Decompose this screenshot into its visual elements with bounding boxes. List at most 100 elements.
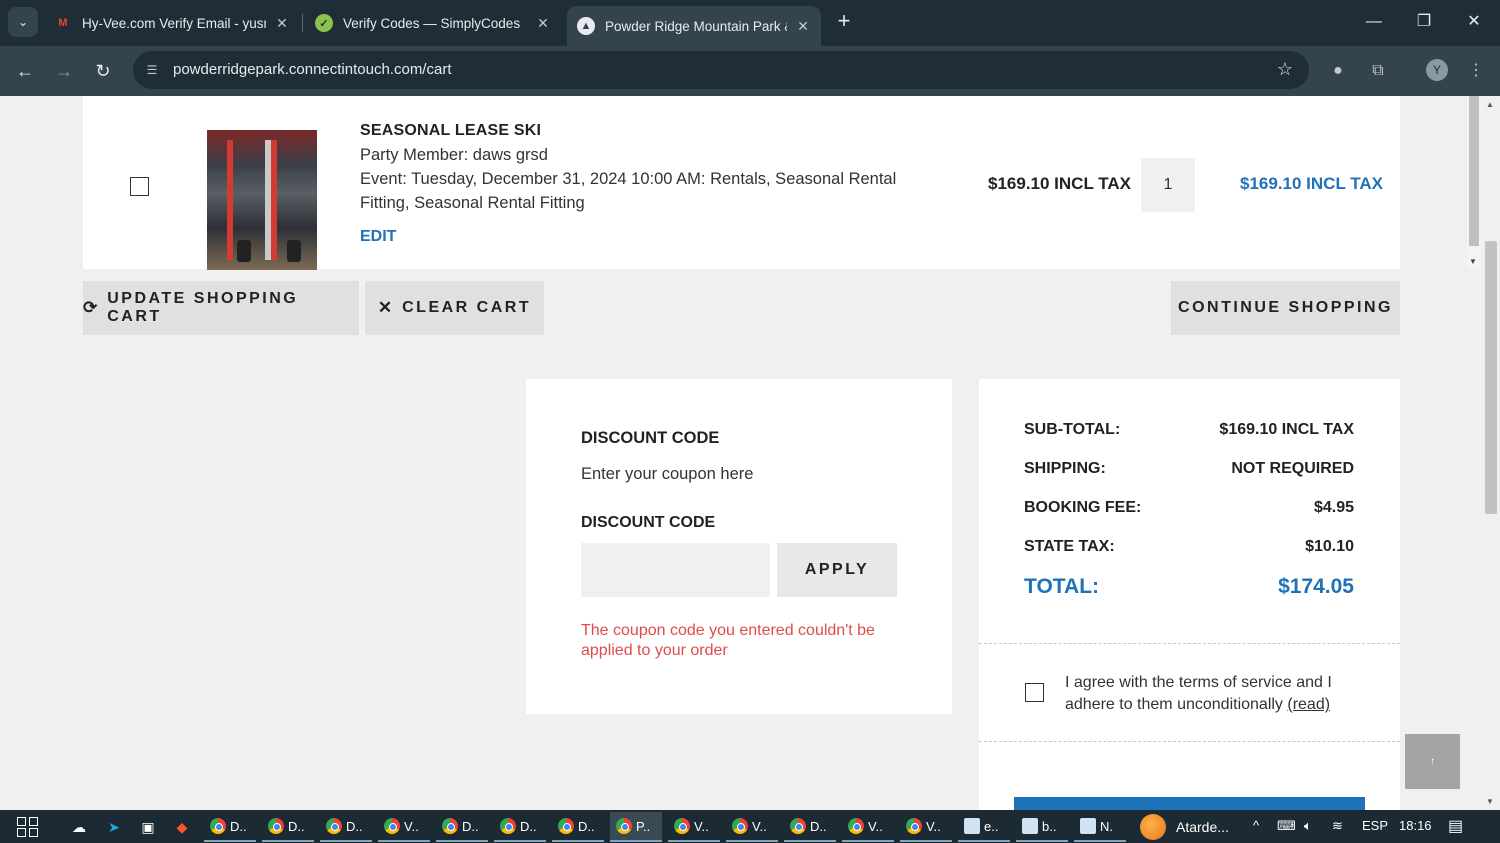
taskbar-chrome-window[interactable]: D.. <box>204 812 256 842</box>
url-text[interactable]: powderridgepark.connectintouch.com/cart <box>173 61 451 78</box>
checkout-button[interactable] <box>1014 797 1365 810</box>
ski-shape <box>271 140 277 260</box>
extensions-puzzle-icon[interactable]: ⧉ <box>1366 59 1390 83</box>
powder-ridge-icon: ▲ <box>577 17 595 35</box>
tab-search-icon[interactable]: ⌄ <box>8 7 38 37</box>
chrome-icon <box>906 818 922 834</box>
back-icon[interactable]: ← <box>11 57 39 85</box>
minimize-icon[interactable]: — <box>1362 10 1386 34</box>
scrollbar-thumb[interactable] <box>1469 96 1479 246</box>
wifi-icon[interactable]: ≋ <box>1332 818 1343 834</box>
edit-link[interactable]: EDIT <box>360 228 396 246</box>
taskbar-chrome-window[interactable]: D.. <box>494 812 546 842</box>
coupon-error-message: The coupon code you entered couldn't be … <box>581 622 875 659</box>
clock[interactable]: 18:16 <box>1399 818 1432 833</box>
chrome-icon <box>268 818 284 834</box>
reload-icon[interactable]: ↻ <box>89 57 117 85</box>
taskbar-chrome-window[interactable]: V.. <box>726 812 778 842</box>
more-menu-icon[interactable]: ⋮ <box>1464 59 1488 83</box>
tab-powder-ridge[interactable]: ▲ Powder Ridge Mountain Park & ✕ <box>567 6 821 46</box>
close-tab-icon[interactable]: ✕ <box>535 15 551 32</box>
chrome-icon <box>616 818 632 834</box>
tab-simplycodes[interactable]: ✓ Verify Codes — SimplyCodes ✕ <box>305 6 561 40</box>
update-cart-button[interactable]: ⟳ UPDATE SHOPPING CART <box>83 281 359 335</box>
start-icon[interactable] <box>17 817 39 837</box>
taskbar-chrome-window[interactable]: D.. <box>436 812 488 842</box>
item-title: SEASONAL LEASE SKI <box>360 122 542 139</box>
close-icon: ✕ <box>377 298 393 317</box>
quantity-input[interactable]: 1 <box>1141 158 1195 212</box>
site-info-icon[interactable]: ☰ <box>143 61 161 79</box>
chrome-icon <box>558 818 574 834</box>
cart-page: SEASONAL LEASE SKI Party Member: daws gr… <box>0 96 1500 810</box>
tab-hyvee[interactable]: M Hy-Vee.com Verify Email - yusm ✕ <box>44 6 300 40</box>
gmail-icon: M <box>58 17 68 29</box>
scroll-down-arrow-icon[interactable]: ▼ <box>1486 797 1494 806</box>
continue-shopping-button[interactable]: CONTINUE SHOPPING <box>1171 281 1400 335</box>
item-price: $169.10 INCL TAX <box>988 174 1131 193</box>
discount-code-input[interactable] <box>581 543 770 597</box>
photos-icon[interactable]: ▣ <box>137 816 159 838</box>
scroll-up-arrow-icon[interactable]: ▲ <box>1486 100 1494 109</box>
bookmark-star-icon[interactable]: ☆ <box>1277 59 1293 80</box>
taskbar-notepad-window[interactable]: N. <box>1074 812 1126 842</box>
page-scrollbar-thumb[interactable] <box>1485 241 1497 514</box>
close-tab-icon[interactable]: ✕ <box>795 18 811 35</box>
boot-shape <box>287 240 301 262</box>
windows-taskbar: ☁ ➤ ▣ ◆ D.. D.. D.. V.. D.. D.. D.. P.. … <box>0 810 1500 843</box>
cart-item-row: SEASONAL LEASE SKI Party Member: daws gr… <box>83 96 1481 270</box>
order-summary: SUB-TOTAL: $169.10 INCL TAX SHIPPING: NO… <box>979 379 1400 810</box>
tab-strip: ⌄ M Hy-Vee.com Verify Email - yusm ✕ ✓ V… <box>0 0 1500 46</box>
chrome-icon <box>848 818 864 834</box>
weather-widget[interactable]: Atarde... <box>1140 814 1229 840</box>
ime-icon[interactable]: ⌨ <box>1277 818 1296 834</box>
chrome-icon <box>500 818 516 834</box>
item-select-checkbox[interactable] <box>130 177 149 196</box>
scroll-down-arrow-icon[interactable]: ▼ <box>1469 257 1477 266</box>
notifications-icon[interactable]: ▤ <box>1448 816 1463 836</box>
taskbar-chrome-window[interactable]: D.. <box>262 812 314 842</box>
forward-icon[interactable]: → <box>50 57 78 85</box>
chrome-icon <box>326 818 342 834</box>
telegram-icon[interactable]: ➤ <box>103 816 125 838</box>
sun-icon <box>1140 814 1166 840</box>
discount-subtitle: Enter your coupon here <box>581 465 754 483</box>
taskbar-chrome-window[interactable]: V.. <box>900 812 952 842</box>
terms-read-link[interactable]: (read) <box>1287 696 1330 713</box>
taskbar-chrome-window[interactable]: V.. <box>378 812 430 842</box>
restore-icon[interactable]: ❐ <box>1412 10 1436 34</box>
divider <box>979 643 1400 644</box>
close-tab-icon[interactable]: ✕ <box>274 15 290 32</box>
taskbar-chrome-window[interactable]: D.. <box>552 812 604 842</box>
taskbar-chrome-window[interactable]: V.. <box>842 812 894 842</box>
profile-avatar[interactable]: Y <box>1426 59 1448 81</box>
taskbar-chrome-window[interactable]: D.. <box>784 812 836 842</box>
language-indicator[interactable]: ESP <box>1362 818 1388 833</box>
extension-icon[interactable]: ● <box>1326 59 1350 83</box>
terms-checkbox[interactable] <box>1025 683 1044 702</box>
back-to-top-button[interactable]: ↑ <box>1405 734 1460 789</box>
page-scrollbar[interactable]: ▲ ▼ <box>1482 96 1500 810</box>
chrome-icon <box>732 818 748 834</box>
apply-button[interactable]: APPLY <box>777 543 897 597</box>
close-window-icon[interactable]: ✕ <box>1462 10 1486 34</box>
address-bar[interactable]: ☰ powderridgepark.connectintouch.com/car… <box>133 51 1309 89</box>
taskbar-chrome-window[interactable]: V.. <box>668 812 720 842</box>
summary-row-subtotal: SUB-TOTAL: $169.10 INCL TAX <box>1024 421 1354 438</box>
taskbar-chrome-window[interactable]: D.. <box>320 812 372 842</box>
taskbar-chrome-window-active[interactable]: P.. <box>610 812 662 842</box>
tray-chevron-icon[interactable]: ^ <box>1253 818 1259 833</box>
brave-icon[interactable]: ◆ <box>171 816 193 838</box>
cart-scrollbar[interactable]: ▼ <box>1467 96 1481 268</box>
party-member: Party Member: daws grsd <box>360 146 548 164</box>
discount-title: DISCOUNT CODE <box>581 429 720 447</box>
ski-shape <box>227 140 233 260</box>
volume-icon[interactable]: 🔈︎ <box>1304 818 1312 834</box>
widgets-icon[interactable]: ☁ <box>68 816 90 838</box>
clear-cart-button[interactable]: ✕ CLEAR CART <box>365 281 544 335</box>
taskbar-notepad-window[interactable]: b.. <box>1016 812 1068 842</box>
taskbar-notepad-window[interactable]: e.. <box>958 812 1010 842</box>
notepad-icon <box>1080 818 1096 834</box>
divider <box>979 741 1400 742</box>
new-tab-icon[interactable]: + <box>832 10 856 34</box>
